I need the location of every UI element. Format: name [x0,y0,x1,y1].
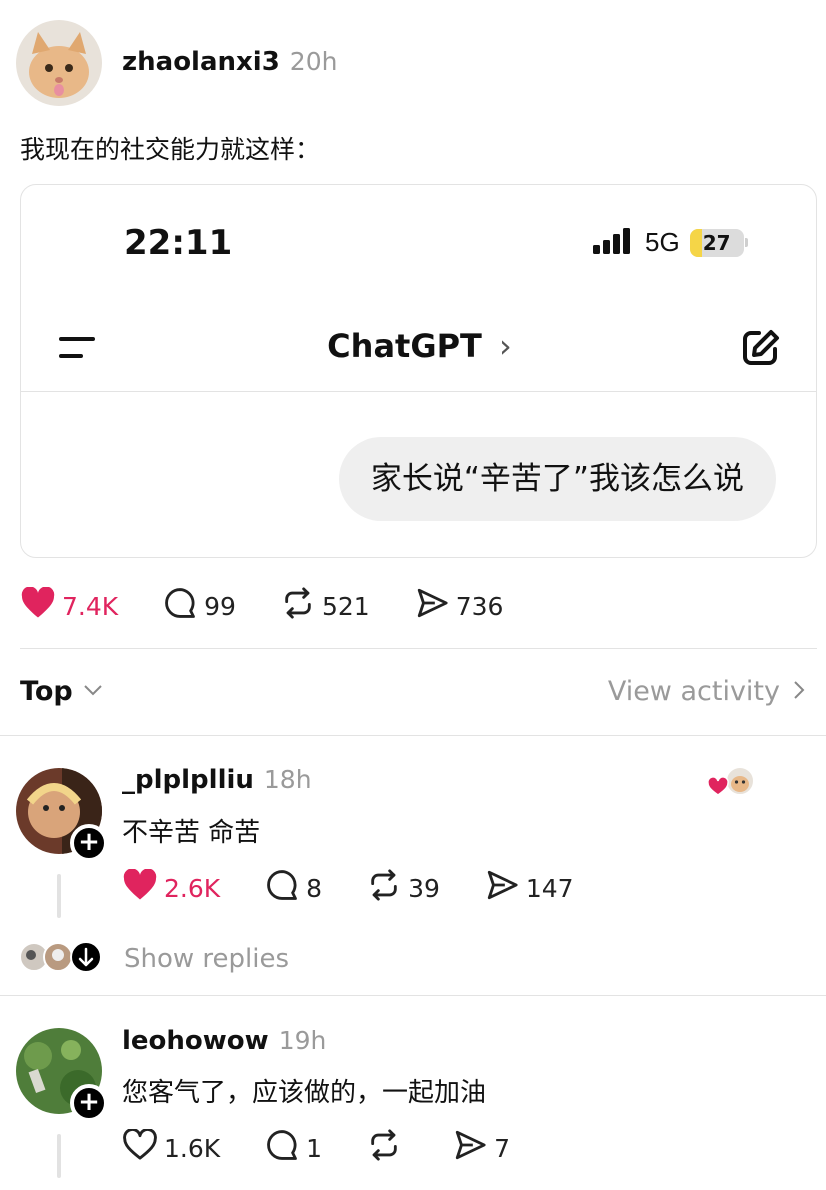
send-icon [484,868,526,908]
sort-dropdown[interactable]: Top [20,676,103,707]
reply-comment-count: 8 [306,873,323,903]
reply-repost-button[interactable] [366,1128,408,1168]
repost-icon [366,1128,408,1168]
heart-outline-icon [122,1128,164,1167]
author-liked-indicator [707,766,756,798]
send-icon [414,586,456,626]
post-comment-button[interactable]: 99 [162,586,236,626]
view-activity-label: View activity [607,676,780,707]
reply-like-count: 2.6K [164,873,221,903]
show-replies-label: Show replies [124,944,290,974]
reply-comment-count: 1 [306,1133,323,1163]
comment-bubble-icon [264,1128,306,1168]
reply-username[interactable]: leohowow [122,1026,269,1056]
post-text: 我现在的社交能力就这样： [20,135,321,164]
comment-bubble-icon [162,586,204,626]
repost-icon [366,868,408,908]
signal-icon [593,227,633,258]
network-label: 5G [645,227,680,257]
reply-like-button[interactable]: 2.6K [122,868,221,907]
reply-share-button[interactable]: 7 [452,1128,510,1168]
chevron-right-icon: › [499,327,512,365]
reply-username[interactable]: _plplplliu [122,765,254,795]
reply-share-count: 7 [494,1133,510,1163]
chevron-down-icon [83,682,103,701]
post-repost-button[interactable]: 521 [280,586,370,626]
post-like-button[interactable]: 7.4K [20,586,119,625]
new-chat-icon[interactable] [739,327,781,373]
post-repost-count: 521 [321,591,370,621]
send-icon [452,1128,494,1168]
reply-like-button[interactable]: 1.6K [122,1128,221,1167]
view-activity-link[interactable]: View activity [608,676,806,707]
reply-repost-count: 39 [408,873,440,903]
replier-avatars [18,940,104,978]
post-timestamp: 20h [289,47,338,76]
reply-share-button[interactable]: 147 [484,868,574,908]
reply-text: 不辛苦 命苦 [122,818,261,848]
chevron-right-icon [792,679,806,705]
post-author-avatar[interactable] [16,20,102,106]
repost-icon [280,586,322,626]
reply-text: 您客气了，应该做的，一起加油 [122,1078,487,1108]
battery-icon: 27 [689,228,744,257]
reply-comment-button[interactable]: 1 [264,1128,322,1168]
reply-comment-button[interactable]: 8 [264,868,322,908]
post-share-count: 736 [455,591,504,621]
post-like-count: 7.4K [62,591,119,621]
reply-timestamp: 18h [263,765,312,794]
heart-filled-icon [122,868,164,907]
follow-plus-button[interactable]: + [70,1084,108,1122]
chat-message-bubble: 家长说“辛苦了”我该怎么说 [338,437,776,521]
show-replies-row[interactable]: Show replies [18,940,289,978]
sort-label: Top [20,676,73,707]
status-bar-clock: 22:11 [124,223,233,263]
embedded-screenshot[interactable]: 22:11 5G 27 ChatGPT › 家长说“辛苦了”我该怎么说 [20,184,817,558]
follow-plus-button[interactable]: + [70,824,108,862]
reply-timestamp: 19h [278,1026,327,1055]
heart-filled-icon [20,586,62,625]
post-comment-count: 99 [204,591,236,621]
comment-bubble-icon [264,868,306,908]
battery-level: 27 [702,230,731,255]
reply-share-count: 147 [525,873,574,903]
reply-like-count: 1.6K [164,1133,221,1163]
reply-repost-button[interactable]: 39 [366,868,440,908]
chatgpt-title[interactable]: ChatGPT [327,327,482,365]
post-username[interactable]: zhaolanxi3 [122,47,280,77]
post-share-button[interactable]: 736 [414,586,504,626]
